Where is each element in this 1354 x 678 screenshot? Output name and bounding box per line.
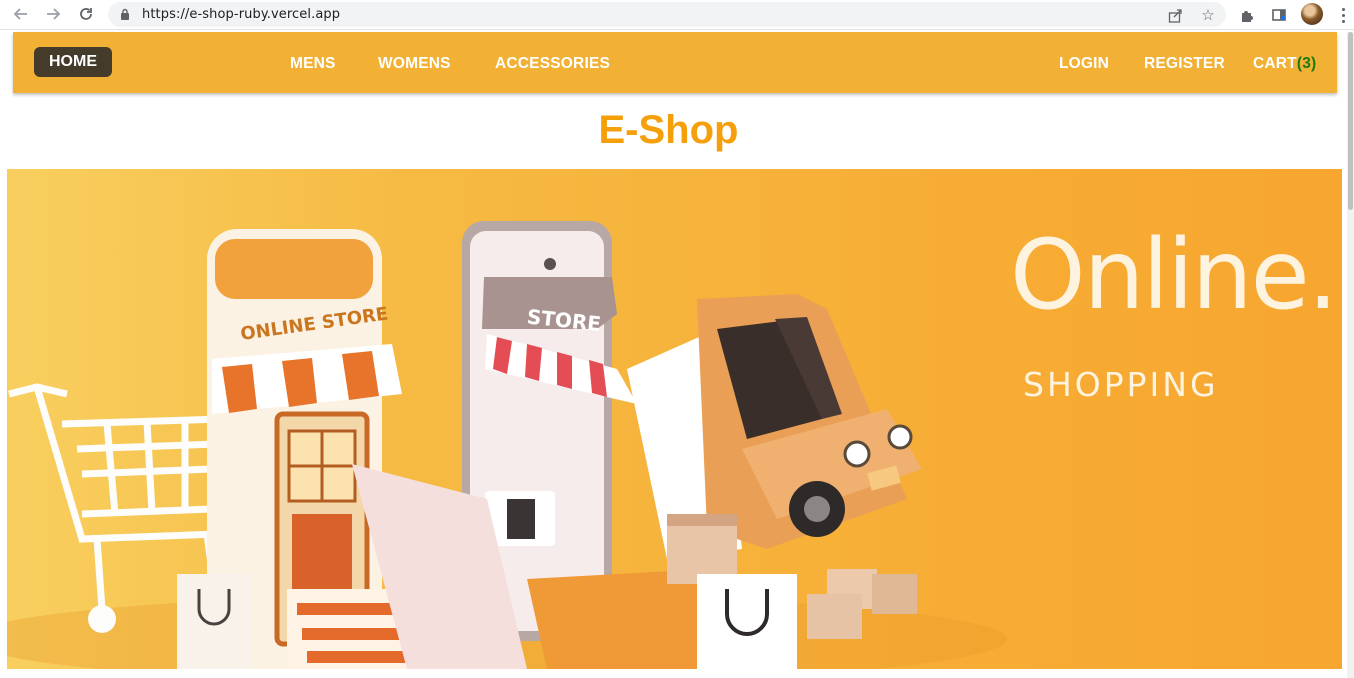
banner-subline: SHOPPING	[1023, 365, 1219, 404]
nav-link-mens[interactable]: MENS	[290, 55, 336, 73]
share-icon[interactable]	[1165, 5, 1185, 25]
menu-icon[interactable]	[1336, 4, 1350, 26]
sidepanel-icon[interactable]	[1268, 4, 1290, 26]
back-icon[interactable]	[10, 3, 32, 25]
page-scrollbar[interactable]	[1347, 32, 1354, 678]
delivery-truck	[697, 294, 922, 549]
nav-link-cart[interactable]: CART(3)	[1253, 55, 1316, 73]
nav-link-login[interactable]: LOGIN	[1059, 55, 1109, 73]
address-bar[interactable]: https://e-shop-ruby.vercel.app ☆	[108, 2, 1226, 27]
cart-count-badge: (3)	[1296, 55, 1317, 72]
site-title: E-Shop	[598, 108, 739, 152]
nav-link-womens[interactable]: WOMENS	[378, 55, 451, 73]
nav-link-register[interactable]: REGISTER	[1144, 55, 1225, 73]
home-button[interactable]: HOME	[34, 47, 112, 77]
scrollbar-thumb[interactable]	[1348, 32, 1353, 210]
cart-label: CART	[1253, 55, 1297, 72]
extensions-icon[interactable]	[1236, 4, 1258, 26]
reload-icon[interactable]	[75, 3, 97, 25]
hero-banner: ONLINE STORE STORE Online. SHOPPING	[7, 169, 1342, 669]
browser-toolbar: https://e-shop-ruby.vercel.app ☆	[0, 0, 1354, 30]
profile-avatar[interactable]	[1301, 3, 1323, 25]
site-navbar: HOME MENS WOMENS ACCESSORIES LOGIN REGIS…	[13, 32, 1337, 93]
forward-icon[interactable]	[42, 3, 64, 25]
star-icon[interactable]: ☆	[1198, 5, 1218, 25]
banner-headline: Online.	[1010, 219, 1338, 331]
url-text: https://e-shop-ruby.vercel.app	[142, 7, 341, 22]
lock-icon	[121, 8, 129, 20]
nav-link-accessories[interactable]: ACCESSORIES	[495, 55, 610, 73]
